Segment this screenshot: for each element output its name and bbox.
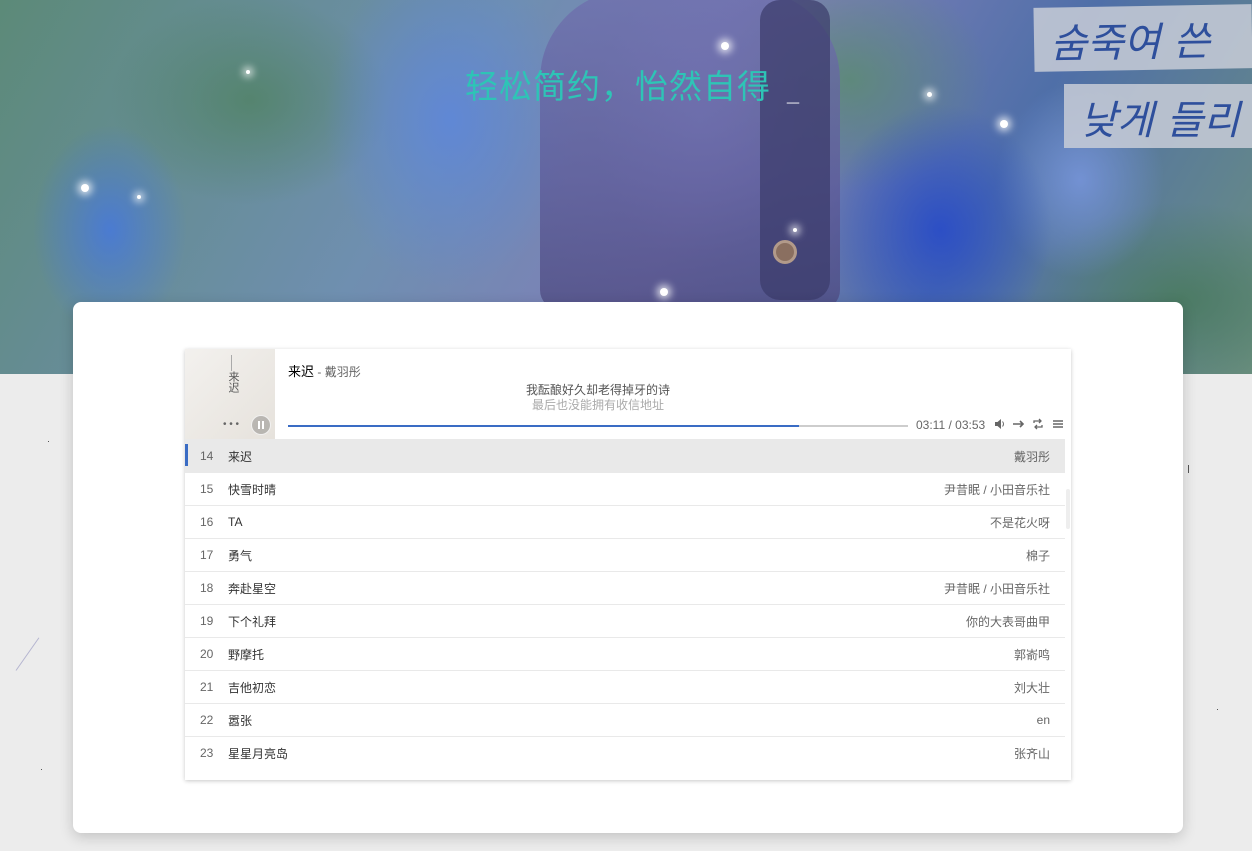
page-slogan: 轻松简约，怡然自得 _ bbox=[465, 60, 800, 108]
track-index: 22 bbox=[200, 713, 214, 727]
sparkle bbox=[81, 184, 89, 192]
track-artist: 郭嵛鸣 bbox=[1013, 647, 1050, 662]
sparkle bbox=[927, 92, 932, 97]
playlist-row[interactable]: 22 嚣张 en bbox=[185, 703, 1065, 736]
track-name: 快雪时晴 bbox=[228, 482, 277, 497]
track-index: 17 bbox=[200, 548, 214, 562]
track-name: 来迟 bbox=[228, 449, 253, 464]
sparkle bbox=[137, 195, 141, 199]
banner-hangul-text: 숨죽여 쓴 bbox=[1033, 4, 1252, 72]
sparkle bbox=[660, 288, 668, 296]
playlist-row[interactable]: 19 下个礼拜 你的大表哥曲甲 bbox=[185, 604, 1065, 637]
track-name: 下个礼拜 bbox=[228, 614, 277, 629]
volume-icon[interactable] bbox=[993, 418, 1007, 432]
track-name: 嚣张 bbox=[228, 713, 253, 728]
sparkle bbox=[246, 70, 250, 74]
bg-dot bbox=[1217, 709, 1218, 710]
lyric-next: 最后也没能拥有收信地址 bbox=[531, 398, 664, 412]
playlist-row[interactable]: 20 野摩托 郭嵛鸣 bbox=[185, 637, 1065, 670]
music-card: 来迟 • • • 来迟 - 戴羽彤 我酝酿好久却老得掉牙的诗 最后也没能拥有收信… bbox=[73, 302, 1183, 833]
song-title: 来迟 bbox=[288, 364, 315, 379]
track-name: 野摩托 bbox=[228, 647, 265, 662]
playlist-row[interactable]: 18 奔赴星空 尹昔眠 / 小田音乐社 bbox=[185, 571, 1065, 604]
track-artist: 刘大壮 bbox=[1013, 680, 1050, 695]
cover-dots: • • • bbox=[223, 419, 240, 430]
song-artist: 戴羽彤 bbox=[324, 365, 361, 379]
track-artist: 你的大表哥曲甲 bbox=[965, 614, 1050, 629]
track-index: 19 bbox=[200, 614, 214, 628]
track-artist: 尹昔眠 / 小田音乐社 bbox=[943, 482, 1050, 497]
track-artist: 棉子 bbox=[1025, 548, 1050, 563]
slogan-text: 轻松简约，怡然自得 bbox=[465, 67, 771, 106]
progress-fill bbox=[288, 425, 799, 427]
sparkle bbox=[793, 228, 797, 232]
album-cover[interactable]: 来迟 • • • bbox=[185, 349, 275, 439]
track-artist: en bbox=[1036, 713, 1050, 727]
playlist-row[interactable]: 16 TA 不是花火呀 bbox=[185, 505, 1065, 538]
playlist-row[interactable]: 15 快雪时晴 尹昔眠 / 小田音乐社 bbox=[185, 472, 1065, 505]
track-name: 吉他初恋 bbox=[228, 680, 277, 695]
song-title-line: 来迟 - 戴羽彤 bbox=[288, 361, 1068, 380]
track-artist: 戴羽彤 bbox=[1013, 449, 1050, 464]
title-separator: - bbox=[314, 365, 325, 379]
bg-dot bbox=[48, 441, 49, 442]
banner-coat-button bbox=[773, 240, 797, 264]
track-name: 奔赴星空 bbox=[228, 581, 277, 596]
bg-line bbox=[15, 637, 40, 671]
playlist: 14 来迟 戴羽彤 15 快雪时晴 尹昔眠 / 小田音乐社 16 TA 不是花火呀 17 勇气 棉子 1… bbox=[185, 439, 1065, 780]
progress-bar[interactable] bbox=[288, 425, 908, 427]
loop-icon[interactable] bbox=[1031, 418, 1045, 432]
playlist-row[interactable]: 21 吉他初恋 刘大壮 bbox=[185, 670, 1065, 703]
track-index: 23 bbox=[200, 746, 214, 760]
typing-cursor: _ bbox=[787, 76, 800, 104]
track-name: 星星月亮岛 bbox=[228, 746, 289, 761]
banner-hangul-text: 낮게 들리 bbox=[1064, 84, 1252, 148]
track-index: 21 bbox=[200, 680, 214, 694]
track-artist: 尹昔眠 / 小田音乐社 bbox=[943, 581, 1050, 596]
order-icon[interactable] bbox=[1012, 418, 1026, 432]
cover-title: 来迟 bbox=[227, 371, 240, 393]
track-name: TA bbox=[228, 515, 243, 529]
track-index: 20 bbox=[200, 647, 214, 661]
track-index: 18 bbox=[200, 581, 214, 595]
playlist-row[interactable]: 23 星星月亮岛 张齐山 bbox=[185, 736, 1065, 769]
playlist-row[interactable]: 14 来迟 戴羽彤 bbox=[185, 439, 1065, 472]
track-name: 勇气 bbox=[228, 548, 253, 563]
player-info: 来迟 - 戴羽彤 我酝酿好久却老得掉牙的诗 最后也没能拥有收信地址 03:11 … bbox=[288, 361, 1068, 432]
playlist-row[interactable]: 17 勇气 棉子 bbox=[185, 538, 1065, 571]
lyric-current: 我酝酿好久却老得掉牙的诗 bbox=[525, 383, 670, 397]
sparkle bbox=[721, 42, 729, 50]
menu-icon[interactable] bbox=[1051, 418, 1065, 432]
sparkle bbox=[1000, 120, 1008, 128]
track-index: 15 bbox=[200, 482, 214, 496]
pause-icon[interactable] bbox=[251, 415, 271, 435]
track-index: 16 bbox=[200, 515, 214, 529]
bg-dot bbox=[1188, 465, 1189, 473]
bg-dot bbox=[41, 769, 42, 770]
track-index: 14 bbox=[200, 449, 214, 463]
time-display: 03:11 / 03:53 bbox=[916, 418, 986, 432]
track-artist: 张齐山 bbox=[1013, 746, 1050, 761]
music-player: 来迟 • • • 来迟 - 戴羽彤 我酝酿好久却老得掉牙的诗 最后也没能拥有收信… bbox=[185, 349, 1071, 780]
lyrics: 我酝酿好久却老得掉牙的诗 最后也没能拥有收信地址 bbox=[288, 383, 908, 413]
playlist-scrollbar[interactable] bbox=[1066, 489, 1070, 529]
track-artist: 不是花火呀 bbox=[989, 515, 1050, 530]
